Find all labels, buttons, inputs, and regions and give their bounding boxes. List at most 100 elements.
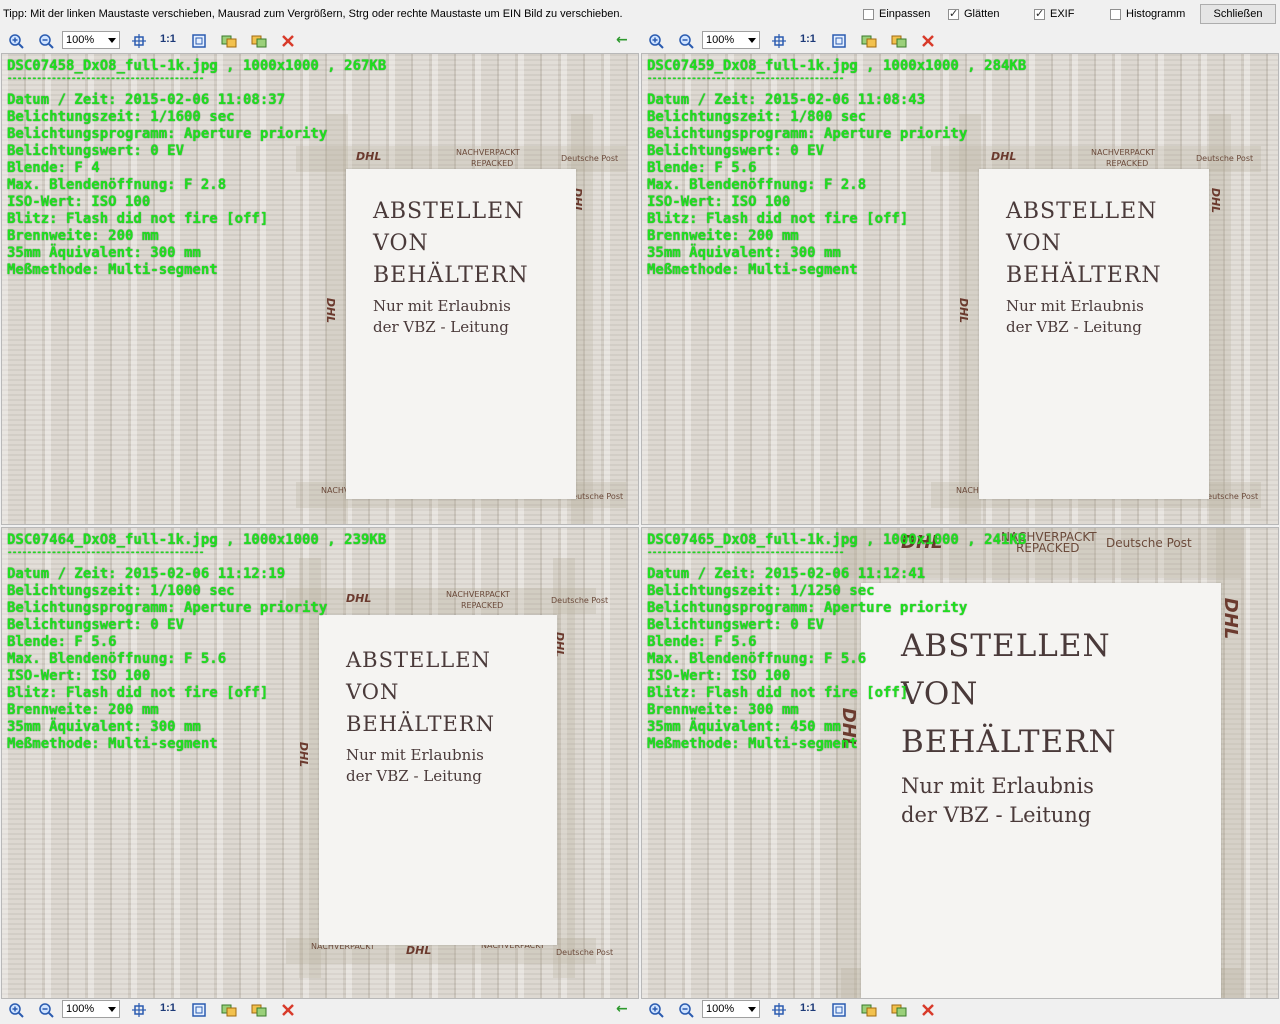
close-icon[interactable] bbox=[280, 1002, 296, 1018]
exif-aequivalent: 35mm Äquivalent: 450 mm bbox=[647, 719, 841, 735]
exif-spacer bbox=[7, 558, 386, 566]
exif-iso: ISO-Wert: ISO 100 bbox=[7, 194, 151, 210]
exif-blitz: Blitz: Flash did not fire [off] bbox=[7, 211, 269, 227]
center-icon[interactable] bbox=[131, 1002, 147, 1018]
swap-icon[interactable] bbox=[251, 33, 267, 49]
einpassen-checkbox[interactable] bbox=[863, 8, 874, 20]
exif-brennweite: Brennweite: 200 mm bbox=[647, 228, 799, 244]
chevron-down-icon bbox=[748, 38, 756, 43]
tape-dhl-left: DHL bbox=[957, 297, 971, 324]
zoom-select[interactable]: 100% bbox=[62, 31, 120, 49]
exif-spacer bbox=[647, 558, 1026, 566]
swap-icon[interactable] bbox=[891, 1002, 907, 1018]
exif-belichtungswert: Belichtungswert: 0 EV bbox=[7, 617, 185, 633]
close-icon[interactable] bbox=[920, 1002, 936, 1018]
zoom-in-icon[interactable] bbox=[648, 33, 664, 49]
exif-belichtungswert: Belichtungswert: 0 EV bbox=[647, 143, 825, 159]
option-exif[interactable]: EXIF bbox=[1034, 7, 1074, 20]
exif-overlay: DSC07458_DxO8_full-1k.jpg , 1000x1000 , … bbox=[7, 58, 386, 279]
center-icon[interactable] bbox=[771, 33, 787, 49]
chevron-down-icon bbox=[108, 38, 116, 43]
chevron-down-icon bbox=[748, 1007, 756, 1012]
exif-max-blende: Max. Blendenöffnung: F 2.8 bbox=[7, 177, 227, 193]
center-icon[interactable] bbox=[131, 33, 147, 49]
option-einpassen[interactable]: Einpassen bbox=[863, 8, 930, 20]
zoom-value: 100% bbox=[706, 34, 735, 46]
exif-aequivalent: 35mm Äquivalent: 300 mm bbox=[7, 719, 201, 735]
actual-size-button[interactable]: 1:1 bbox=[800, 33, 816, 45]
image-panel-1[interactable]: DHLNACHVERPACKTREPACKEDDeutsche PostNACH… bbox=[1, 53, 639, 525]
exif-belichtungsprogramm: Belichtungsprogramm: Aperture priority bbox=[7, 126, 328, 142]
zoom-select[interactable]: 100% bbox=[702, 1000, 760, 1018]
zoom-out-icon[interactable] bbox=[678, 33, 694, 49]
histogramm-checkbox[interactable] bbox=[1110, 8, 1121, 20]
exif-iso: ISO-Wert: ISO 100 bbox=[7, 668, 151, 684]
tape-dhl-right: DHL bbox=[1220, 597, 1242, 640]
exif-belichtungsprogramm: Belichtungsprogramm: Aperture priority bbox=[647, 600, 968, 616]
option-histogramm[interactable]: Histogramm bbox=[1110, 8, 1185, 20]
close-icon[interactable] bbox=[280, 33, 296, 49]
zoom-out-icon[interactable] bbox=[38, 1002, 54, 1018]
zoom-in-icon[interactable] bbox=[8, 33, 24, 49]
paper-line-behaeltern: BEHÄLTERN bbox=[373, 263, 529, 288]
fit-icon[interactable] bbox=[191, 33, 207, 49]
paper-line-leitung: der VBZ - Leitung bbox=[901, 803, 1092, 827]
swap-icon[interactable] bbox=[251, 1002, 267, 1018]
close-icon[interactable] bbox=[920, 33, 936, 49]
center-icon[interactable] bbox=[771, 1002, 787, 1018]
exif-messmethode: Meßmethode: Multi-segment bbox=[647, 736, 858, 752]
option-glaetten[interactable]: Glätten bbox=[948, 7, 999, 20]
tape-repacked-top: REPACKED bbox=[461, 601, 504, 610]
zoom-out-icon[interactable] bbox=[678, 1002, 694, 1018]
zoom-in-icon[interactable] bbox=[8, 1002, 24, 1018]
exif-blende: Blende: F 4 bbox=[7, 160, 100, 176]
actual-size-button[interactable]: 1:1 bbox=[160, 33, 176, 45]
fit-icon[interactable] bbox=[831, 33, 847, 49]
fit-icon[interactable] bbox=[831, 1002, 847, 1018]
exif-belichtungsprogramm: Belichtungsprogramm: Aperture priority bbox=[647, 126, 968, 142]
zoom-in-icon[interactable] bbox=[648, 1002, 664, 1018]
actual-size-button[interactable]: 1:1 bbox=[160, 1002, 176, 1014]
image-panel-4[interactable]: DHLNACHVERPACKTREPACKEDDeutsche PostNACH… bbox=[641, 527, 1279, 999]
tape-repacked-top: REPACKED bbox=[471, 159, 514, 168]
exif-blende: Blende: F 5.6 bbox=[647, 160, 757, 176]
exif-blitz: Blitz: Flash did not fire [off] bbox=[7, 685, 269, 701]
exif-datum: Datum / Zeit: 2015-02-06 11:08:43 bbox=[647, 92, 926, 108]
tape-deutsche-post-bottom: Deutsche Post bbox=[556, 948, 614, 957]
paper-line-abstellen: ABSTELLEN bbox=[373, 199, 525, 224]
zoom-select[interactable]: 100% bbox=[62, 1000, 120, 1018]
sync-icon[interactable] bbox=[221, 1002, 237, 1018]
exif-messmethode: Meßmethode: Multi-segment bbox=[7, 262, 218, 278]
actual-size-button[interactable]: 1:1 bbox=[800, 1002, 816, 1014]
back-arrow-icon[interactable]: ← bbox=[616, 1001, 628, 1017]
tape-right bbox=[1209, 114, 1231, 524]
sync-icon[interactable] bbox=[861, 1002, 877, 1018]
back-arrow-icon[interactable]: ← bbox=[616, 32, 628, 48]
sync-icon[interactable] bbox=[861, 33, 877, 49]
paper-line-behaeltern: BEHÄLTERN bbox=[1006, 263, 1162, 288]
exif-checkbox[interactable] bbox=[1034, 7, 1045, 20]
exif-belichtungswert: Belichtungswert: 0 EV bbox=[647, 617, 825, 633]
chevron-down-icon bbox=[108, 1007, 116, 1012]
image-panel-3[interactable]: DHL NACHVERPACKT REPACKED Deutsche Post NACH… bbox=[1, 527, 639, 999]
exif-belichtungszeit: Belichtungszeit: 1/1000 sec bbox=[7, 583, 235, 599]
fit-icon[interactable] bbox=[191, 1002, 207, 1018]
sync-icon[interactable] bbox=[221, 33, 237, 49]
toolbar-top-left: 100% 1:1 ← bbox=[0, 29, 638, 53]
exif-max-blende: Max. Blendenöffnung: F 5.6 bbox=[7, 651, 227, 667]
swap-icon[interactable] bbox=[891, 33, 907, 49]
close-button[interactable]: Schließen bbox=[1200, 4, 1276, 24]
zoom-select[interactable]: 100% bbox=[702, 31, 760, 49]
paper-line-abstellen: ABSTELLEN bbox=[1006, 199, 1158, 224]
paper-line-leitung: der VBZ - Leitung bbox=[1006, 318, 1142, 336]
exif-overlay: DSC07464_DxO8_full-1k.jpg , 1000x1000 , … bbox=[7, 532, 386, 753]
glaetten-checkbox[interactable] bbox=[948, 7, 959, 20]
exif-aequivalent: 35mm Äquivalent: 300 mm bbox=[7, 245, 201, 261]
zoom-out-icon[interactable] bbox=[38, 33, 54, 49]
exif-iso: ISO-Wert: ISO 100 bbox=[647, 194, 791, 210]
exif-belichtungszeit: Belichtungszeit: 1/1600 sec bbox=[7, 109, 235, 125]
image-panel-2[interactable]: DHLNACHVERPACKTREPACKEDDeutsche PostNACH… bbox=[641, 53, 1279, 525]
exif-overlay: DSC07465_DxO8_full-1k.jpg , 1000x1000 , … bbox=[647, 532, 1026, 753]
tape-deutsche-post-top: Deutsche Post bbox=[561, 154, 619, 163]
tape-repacked-top: REPACKED bbox=[1106, 159, 1149, 168]
